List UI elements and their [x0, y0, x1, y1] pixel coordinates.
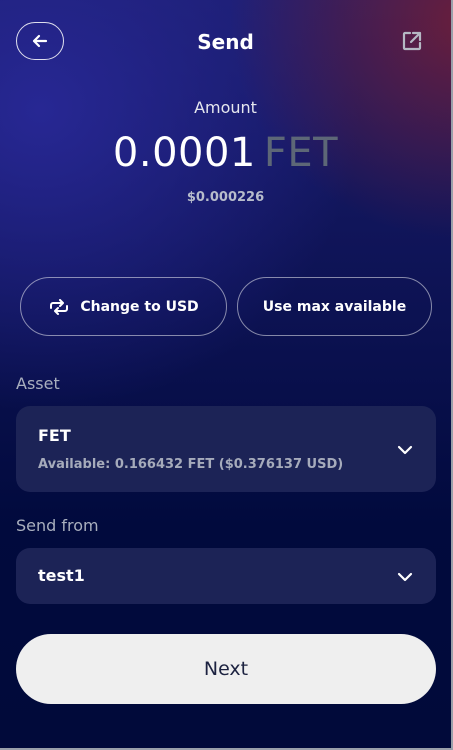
change-to-usd-button[interactable]: Change to USD — [20, 277, 227, 336]
asset-section-label: Asset — [16, 374, 60, 393]
amount-unit: FET — [263, 130, 339, 176]
send-from-selector[interactable]: test1 — [16, 548, 436, 604]
next-label: Next — [203, 658, 249, 680]
asset-name: FET — [38, 426, 71, 445]
asset-selector[interactable]: FET Available: 0.166432 FET ($0.376137 U… — [16, 406, 436, 492]
amount-value[interactable]: 0.0001 — [113, 130, 256, 176]
send-from-account: test1 — [38, 566, 85, 585]
use-max-label: Use max available — [262, 298, 407, 315]
external-link-icon[interactable] — [401, 30, 423, 52]
amount-label: Amount — [194, 98, 257, 117]
next-button[interactable]: Next — [16, 634, 436, 704]
chevron-down-icon — [397, 445, 413, 455]
chevron-down-icon — [397, 572, 413, 582]
page-title: Send — [197, 30, 254, 54]
send-from-section-label: Send from — [16, 516, 99, 535]
asset-available-balance: Available: 0.166432 FET ($0.376137 USD) — [38, 457, 344, 472]
use-max-button[interactable]: Use max available — [237, 277, 432, 336]
change-to-usd-label: Change to USD — [80, 298, 199, 315]
usd-equivalent: $0.000226 — [186, 190, 265, 205]
amount-display: 0.0001 FET — [0, 130, 451, 176]
app-window: Send Amount 0.0001 FET $0.000226 Change t… — [0, 0, 453, 750]
swap-arrows-icon — [48, 298, 70, 315]
